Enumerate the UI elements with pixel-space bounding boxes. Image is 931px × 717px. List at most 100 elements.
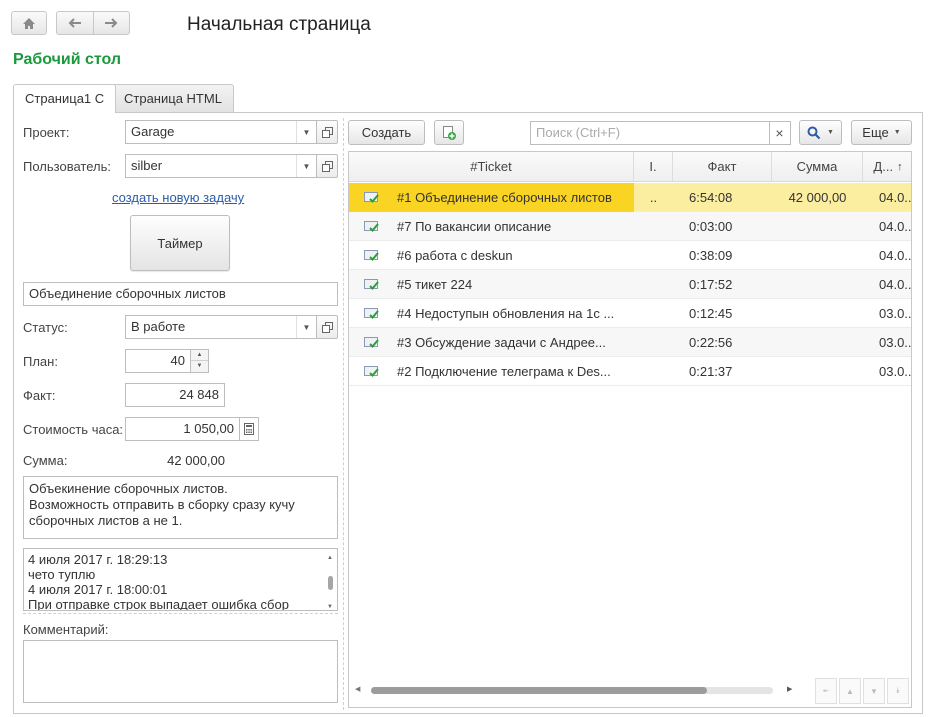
scroll-thumb[interactable] [327,576,333,590]
create-button[interactable]: Создать [348,120,425,145]
column-header-i[interactable]: I. [634,152,673,182]
date-cell: 04.0... [879,277,912,292]
search-button[interactable]: ▼ [799,120,842,145]
search-input[interactable]: Поиск (Ctrl+F) [530,121,770,145]
i-cell [634,241,673,270]
divider [23,613,338,614]
timer-button[interactable]: Таймер [130,215,230,271]
tab-page1c[interactable]: Страница1 С [13,84,117,113]
table-row[interactable]: #6 работа с deskun 0:38:09 04.0... [349,241,911,270]
scroll-down-icon[interactable]: ▼ [325,600,335,610]
sum-cell: 42 000,00 [788,190,847,205]
first-row-icon[interactable]: ⯬ [815,678,837,704]
horizontal-scrollbar[interactable]: ◀ ▶ [355,685,801,697]
rate-field[interactable]: 1 050,00 [125,417,240,441]
fact-cell: 0:21:37 [689,364,733,379]
chevron-down-icon: ▼ [302,322,311,332]
create-task-link[interactable]: создать новую задачу [112,190,244,205]
column-header-ticket[interactable]: #Ticket [349,152,634,182]
comment-textarea[interactable] [23,640,338,703]
column-header-date-label: Д... [873,159,894,174]
scroll-track [371,687,773,694]
user-field[interactable]: silber [125,154,317,178]
page-title: Начальная страница [187,14,371,35]
ticket-checked-icon [364,366,379,377]
table-row[interactable]: #4 Недоступын обновления на 1с ... 0:12:4… [349,299,911,328]
table-row[interactable]: #7 По вакансии описание 0:03:00 04.0... [349,212,911,241]
column-header-sum[interactable]: Сумма [772,152,863,182]
open-window-icon [321,126,333,138]
fact-value: 24 848 [179,387,219,402]
copy-add-button[interactable] [434,120,464,145]
ticket-checked-icon [364,337,379,348]
status-open-button[interactable] [316,315,338,339]
back-button[interactable] [57,12,94,34]
user-open-button[interactable] [316,154,338,178]
date-cell: 04.0... [879,219,912,234]
project-open-button[interactable] [316,120,338,144]
home-icon [23,17,35,29]
table-row[interactable]: #3 Обсуждение задачи с Андрее... 0:22:56 0… [349,328,911,357]
tickets-grid: #Ticket I. Факт Сумма Д... ↑ #1 Объедине… [348,151,912,708]
table-row[interactable]: #2 Подключение телеграма к Des... 0:21:37… [349,357,911,386]
fact-cell: 0:17:52 [689,277,733,292]
fact-cell: 0:03:00 [689,219,733,234]
log-textarea[interactable]: 4 июля 2017 г. 18:29:13 чето туплю 4 июл… [23,548,338,611]
description-textarea[interactable]: Объекинение сборочных листов. Возможност… [23,476,338,539]
task-name-field[interactable]: Объединение сборочных листов [23,282,338,306]
table-row[interactable]: #5 тикет 224 0:17:52 04.0... [349,270,911,299]
more-label: Еще [862,125,889,140]
prev-row-icon[interactable]: ▲ [839,678,861,704]
close-icon: × [775,125,784,141]
fact-field[interactable]: 24 848 [125,383,225,407]
scroll-left-icon[interactable]: ◀ [355,685,360,693]
task-name-value: Объединение сборочных листов [29,286,226,301]
search-clear-button[interactable]: × [769,121,791,145]
chevron-down-icon: ▼ [827,129,834,136]
tab-page-html[interactable]: Страница HTML [112,84,234,112]
section-title: Рабочий стол [13,51,122,68]
user-dropdown-button[interactable]: ▼ [296,155,316,177]
i-cell [634,299,673,328]
sum-label: Сумма: [23,453,68,468]
plan-label: План: [23,354,58,369]
scroll-up-icon[interactable]: ▲ [325,551,335,566]
log-scrollbar[interactable]: ▲ ▼ [325,551,335,610]
ticket-checked-icon [364,250,379,261]
sort-arrow-icon: ↑ [897,160,903,173]
date-cell: 03.0... [879,335,912,350]
next-row-icon[interactable]: ▼ [863,678,885,704]
scroll-right-icon[interactable]: ▶ [787,685,792,693]
plan-field[interactable]: 40 [125,349,191,373]
ticket-cell: #2 Подключение телеграма к Des... [397,364,611,379]
ticket-cell: #6 работа с deskun [397,248,513,263]
i-cell [634,328,673,357]
sum-cell [772,299,863,328]
forward-button[interactable] [94,12,130,34]
table-row[interactable]: #1 Объединение сборочных листов.. 6:54:08… [349,183,911,212]
last-row-icon[interactable]: ⯯ [887,678,909,704]
log-line: 4 июля 2017 г. 18:00:01 [28,582,168,597]
fact-cell: 6:54:08 [689,190,733,205]
column-header-date[interactable]: Д... ↑ [863,152,911,182]
stepper-up-icon[interactable]: ▲ [191,350,208,361]
plan-stepper[interactable]: ▲ ▼ [190,349,209,373]
home-button[interactable] [11,11,47,35]
arrow-left-icon [68,18,81,28]
plan-value: 40 [170,353,185,368]
column-header-fact[interactable]: Факт [673,152,772,182]
search-placeholder: Поиск (Ctrl+F) [536,125,621,140]
more-button[interactable]: Еще ▼ [851,120,912,145]
calculator-button[interactable] [240,417,259,441]
fact-cell: 0:12:45 [689,306,733,321]
scroll-thumb[interactable] [371,687,707,694]
sum-cell [772,241,863,270]
stepper-down-icon[interactable]: ▼ [191,361,208,372]
project-field[interactable]: Garage [125,120,317,144]
sum-cell [772,270,863,299]
status-dropdown-button[interactable]: ▼ [296,316,316,338]
description-line: Возможность отправить в сборку сразу куч… [29,497,295,512]
status-field[interactable]: В работе [125,315,317,339]
status-value: В работе [131,319,186,334]
project-dropdown-button[interactable]: ▼ [296,121,316,143]
